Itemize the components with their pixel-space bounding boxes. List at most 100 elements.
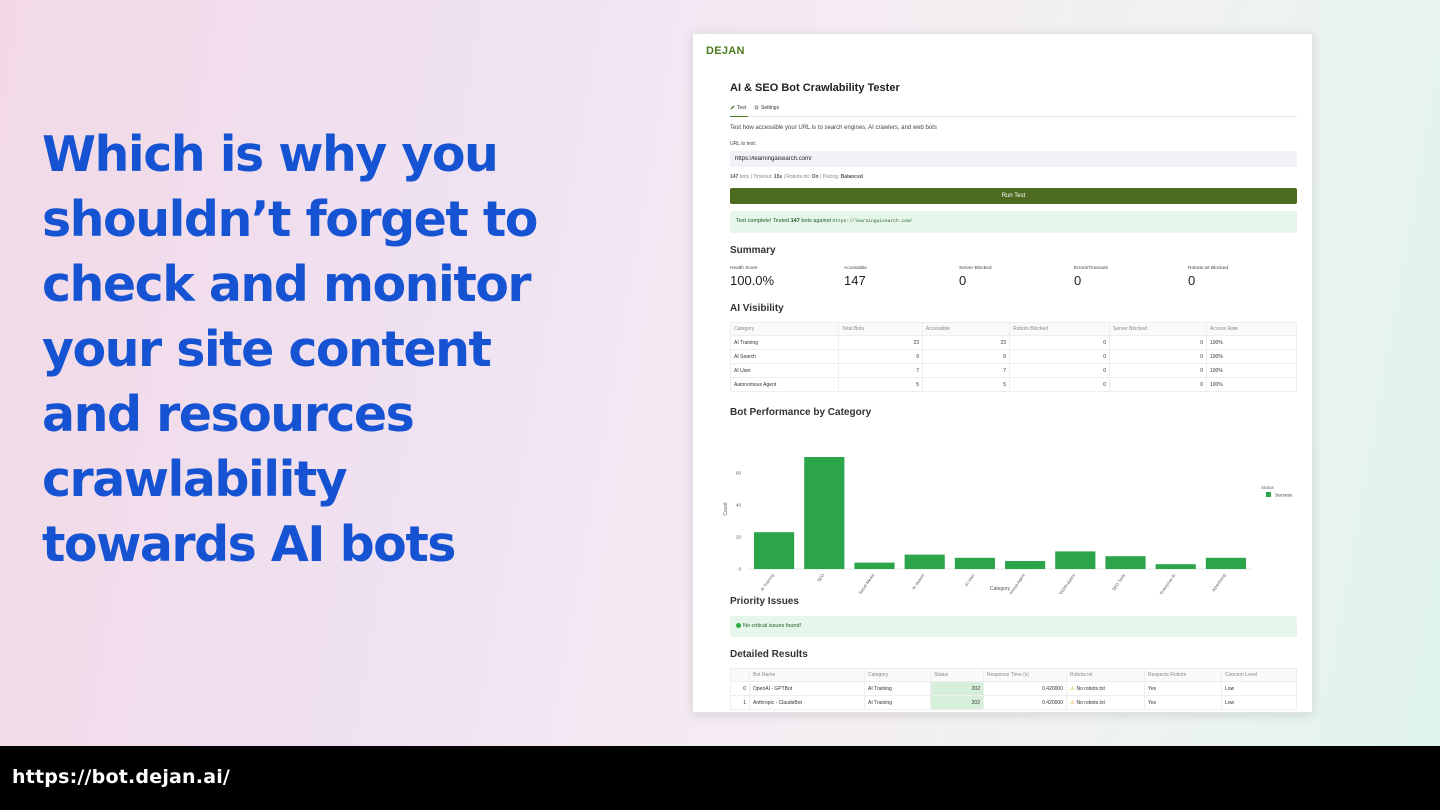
stat-value: 0 [1074,273,1082,288]
column-header[interactable]: Bot Name [749,668,865,682]
pacing-value: Balanced [840,174,863,180]
footer-url[interactable]: https://bot.dejan.ai/ [12,766,230,788]
y-tick-label: 60 [736,471,742,476]
brand-logo: DEJAN [706,45,745,57]
warning-icon: ⚠ [1070,699,1075,706]
table-cell: 0 [1009,335,1110,350]
table-cell: AI Training [864,695,931,710]
table-row: AI User 7 7 0 0 100% [730,363,1297,378]
table-cell: Anthropic - ClaudeBot [749,695,865,710]
bot-count: 147 [730,174,739,180]
table-cell: ⚠ No robots.txt [1066,695,1145,710]
detailed-results-table: Bot Name Category Status Response Time (… [730,668,1297,710]
priority-message: No critical issues found! [743,623,802,629]
x-tick-label: Enterprise AI [1159,573,1177,594]
column-header[interactable]: Category [864,668,931,682]
gear-icon [754,105,759,110]
table-cell: 100% [1206,377,1297,392]
table-header-row: Category Total Bots Accessible Robots Bl… [730,322,1297,336]
column-header[interactable]: Concern Level [1221,668,1297,682]
table-row[interactable]: 0 OpenAI - GPTBot AI Training 202 0.4200… [730,681,1297,696]
table-row[interactable]: 1 Anthropic - ClaudeBot AI Training 202 … [730,695,1297,710]
pencil-icon [730,105,735,110]
ai-visibility-title: AI Visibility [730,303,784,314]
stat-label: Server Blocked [959,266,992,271]
timeout-label: Timeout: [753,174,773,180]
run-test-button[interactable]: Run Test [730,188,1297,204]
detailed-results-title: Detailed Results [730,649,808,660]
table-cell: AI Search [730,349,839,364]
url-label: URL to test: [730,141,757,147]
pacing-label: Pacing: [822,174,840,180]
stat-server-blocked: Server Blocked 0 [959,266,992,288]
table-cell: Autonomous Agent [730,377,839,392]
column-header[interactable]: Respects Robots [1144,668,1222,682]
tab-test[interactable]: Test [730,104,748,117]
success-count: 147 [790,218,800,224]
y-tick-label: 0 [738,567,741,572]
table-cell: Yes [1144,681,1222,696]
x-tick-label: AI Search [911,572,926,590]
url-input[interactable] [730,151,1297,167]
bar [854,562,895,569]
tab-test-label: Test [737,105,747,111]
bar [804,457,845,569]
test-settings-summary: 147 bots | Timeout: 15s | Robots.txt: On… [730,174,863,180]
column-header[interactable]: Robots Blocked [1009,322,1110,336]
robots-status: No robots.txt [1076,699,1105,706]
tab-settings[interactable]: Settings [754,104,779,117]
stat-label: Health Score [730,266,758,271]
column-header[interactable]: Access Rate [1206,322,1297,336]
x-tick-label: Social Media [857,572,875,594]
warning-icon: ⚠ [1070,685,1075,692]
priority-issues-banner: No critical issues found! [730,616,1297,637]
column-header[interactable]: Response Time (s) [983,668,1067,682]
table-cell: 100% [1206,349,1297,364]
column-header[interactable]: Accessible [922,322,1010,336]
column-header[interactable]: Robots.txt [1066,668,1145,682]
headline: Which is why you shouldn’t forget to che… [42,122,602,577]
y-tick-label: 40 [736,503,742,508]
y-tick-label: 20 [736,535,742,540]
tab-bar: Test Settings [730,104,1297,117]
stat-health-score: Health Score 100.0% [730,266,774,288]
stat-errors-timeouts: Errors/Timeouts 0 [1074,266,1108,288]
bar [954,557,995,569]
stat-robots-blocked: Robots.txt Blocked 0 [1188,266,1228,288]
stat-label: Accessible [844,266,867,271]
x-tick-label: SEO Tools [1111,573,1126,592]
legend-title: Status [1261,485,1275,490]
priority-issues-title: Priority Issues [730,596,799,607]
stat-label: Errors/Timeouts [1074,266,1108,271]
stat-value: 100.0% [730,273,775,288]
table-cell: AI User [730,363,839,378]
column-header[interactable]: Status [930,668,984,682]
table-cell: 23 [838,335,923,350]
summary-title: Summary [730,245,776,256]
row-index: 1 [730,695,750,710]
legend-swatch [1266,492,1271,497]
x-tick-label: AI Training [759,572,775,592]
table-cell: 9 [922,349,1010,364]
stat-value: 147 [844,273,866,288]
column-header[interactable]: Total Bots [838,322,923,336]
legend-label: Success [1275,493,1293,498]
column-header[interactable]: Server Blocked [1109,322,1207,336]
app-screenshot: DEJAN AI & SEO Bot Crawlability Tester T… [692,33,1313,713]
success-middle: bots against [801,218,832,224]
bar [1055,551,1096,569]
headline-line: check and monitor [42,256,532,313]
stat-accessible: Accessible 147 [844,266,867,288]
stat-label: Robots.txt Blocked [1188,266,1228,271]
headline-line: shouldn’t forget to [42,191,538,248]
robots-status: No robots.txt [1076,685,1105,692]
table-cell: 7 [838,363,923,378]
bar [1005,561,1046,569]
headline-line: your site content [42,321,492,378]
bar [904,554,945,569]
column-header[interactable]: Category [730,322,839,336]
stat-value: 0 [959,273,967,288]
timeout-value: 15s [773,174,783,180]
x-tick-label: Advertising [1211,572,1227,592]
chart-section-title: Bot Performance by Category [730,407,872,418]
